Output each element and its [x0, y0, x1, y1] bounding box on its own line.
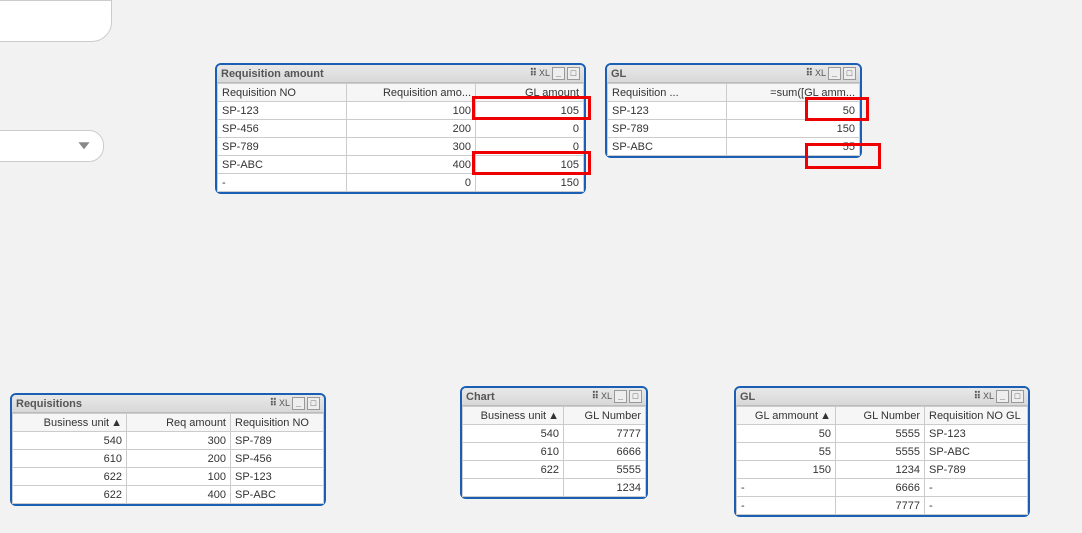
window-requisition-amount[interactable]: Requisition amount ⠿ XL _ □ Requisition … — [215, 63, 586, 194]
chevron-down-icon — [77, 138, 91, 155]
table-row[interactable]: SP-789150 — [608, 120, 860, 138]
table-row[interactable]: 1234 — [463, 479, 646, 497]
detach-icon[interactable]: ⠿ — [592, 392, 599, 402]
chart-table: Business unit▲ GL Number 5407777 6106666… — [462, 406, 646, 497]
col-header[interactable]: Requisition NO — [218, 84, 347, 102]
detach-icon[interactable]: ⠿ — [974, 392, 981, 402]
table-row[interactable]: SP-ABC400105 — [218, 156, 584, 174]
window-title: GL — [740, 391, 970, 403]
table-row[interactable]: 6225555 — [463, 461, 646, 479]
export-xl-icon[interactable]: XL — [539, 68, 550, 79]
window-gl-summary[interactable]: GL ⠿ XL _ □ Requisition ... =sum([GL amm… — [605, 63, 862, 158]
titlebar[interactable]: Requisitions ⠿ XL _ □ — [12, 395, 324, 413]
col-header[interactable]: Business unit▲ — [13, 414, 127, 432]
table-row[interactable]: 6106666 — [463, 443, 646, 461]
table-row[interactable]: 1501234SP-789 — [737, 461, 1028, 479]
window-chart[interactable]: Chart ⠿ XL _ □ Business unit▲ GL Number … — [460, 386, 648, 499]
col-header[interactable]: Requisition NO GL — [925, 407, 1028, 425]
export-xl-icon[interactable]: XL — [983, 391, 994, 402]
sort-asc-icon: ▲ — [111, 417, 122, 429]
collapsed-panel — [0, 0, 112, 42]
col-header[interactable]: GL amount — [476, 84, 584, 102]
minimize-icon[interactable]: _ — [996, 390, 1009, 403]
gl-summary-table: Requisition ... =sum([GL amm... SP-12350… — [607, 83, 860, 156]
export-xl-icon[interactable]: XL — [601, 391, 612, 402]
minimize-icon[interactable]: _ — [614, 390, 627, 403]
requisitions-table: Business unit▲ Req amount Requisition NO… — [12, 413, 324, 504]
table-row[interactable]: 5407777 — [463, 425, 646, 443]
table-row[interactable]: SP-4562000 — [218, 120, 584, 138]
table-row[interactable]: SP-123100105 — [218, 102, 584, 120]
col-header[interactable]: GL Number — [836, 407, 925, 425]
window-title: Requisitions — [16, 398, 266, 410]
col-header[interactable]: Requisition amo... — [347, 84, 476, 102]
col-header[interactable]: =sum([GL amm... — [727, 84, 860, 102]
minimize-icon[interactable]: _ — [828, 67, 841, 80]
window-title: Requisition amount — [221, 68, 526, 80]
table-row[interactable]: 505555SP-123 — [737, 425, 1028, 443]
table-row[interactable]: SP-12350 — [608, 102, 860, 120]
col-header[interactable]: Req amount — [127, 414, 231, 432]
maximize-icon[interactable]: □ — [567, 67, 580, 80]
maximize-icon[interactable]: □ — [307, 397, 320, 410]
table-row[interactable]: -6666- — [737, 479, 1028, 497]
maximize-icon[interactable]: □ — [629, 390, 642, 403]
col-header[interactable]: GL ammount▲ — [737, 407, 836, 425]
table-row[interactable]: 540300SP-789 — [13, 432, 324, 450]
minimize-icon[interactable]: _ — [292, 397, 305, 410]
col-header[interactable]: Business unit▲ — [463, 407, 564, 425]
titlebar[interactable]: Requisition amount ⠿ XL _ □ — [217, 65, 584, 83]
window-gl-detail[interactable]: GL ⠿ XL _ □ GL ammount▲ GL Number Requis… — [734, 386, 1030, 517]
detach-icon[interactable]: ⠿ — [806, 69, 813, 79]
titlebar[interactable]: GL ⠿ XL _ □ — [736, 388, 1028, 406]
col-header[interactable]: GL Number — [564, 407, 646, 425]
window-title: GL — [611, 68, 802, 80]
dropdown-collapsed[interactable] — [0, 130, 104, 162]
maximize-icon[interactable]: □ — [1011, 390, 1024, 403]
table-row[interactable]: SP-7893000 — [218, 138, 584, 156]
col-header[interactable]: Requisition NO — [231, 414, 324, 432]
table-row[interactable]: 610200SP-456 — [13, 450, 324, 468]
table-row[interactable]: 555555SP-ABC — [737, 443, 1028, 461]
table-row[interactable]: 622100SP-123 — [13, 468, 324, 486]
col-header[interactable]: Requisition ... — [608, 84, 727, 102]
minimize-icon[interactable]: _ — [552, 67, 565, 80]
window-requisitions[interactable]: Requisitions ⠿ XL _ □ Business unit▲ Req… — [10, 393, 326, 506]
table-row[interactable]: -0150 — [218, 174, 584, 192]
detach-icon[interactable]: ⠿ — [270, 399, 277, 409]
titlebar[interactable]: Chart ⠿ XL _ □ — [462, 388, 646, 406]
gl-detail-table: GL ammount▲ GL Number Requisition NO GL … — [736, 406, 1028, 515]
requisition-amount-table: Requisition NO Requisition amo... GL amo… — [217, 83, 584, 192]
export-xl-icon[interactable]: XL — [815, 68, 826, 79]
window-title: Chart — [466, 391, 588, 403]
sort-asc-icon: ▲ — [820, 410, 831, 422]
detach-icon[interactable]: ⠿ — [530, 69, 537, 79]
export-xl-icon[interactable]: XL — [279, 398, 290, 409]
sort-asc-icon: ▲ — [548, 410, 559, 422]
table-row[interactable]: -7777- — [737, 497, 1028, 515]
maximize-icon[interactable]: □ — [843, 67, 856, 80]
table-row[interactable]: SP-ABC55 — [608, 138, 860, 156]
table-row[interactable]: 622400SP-ABC — [13, 486, 324, 504]
titlebar[interactable]: GL ⠿ XL _ □ — [607, 65, 860, 83]
